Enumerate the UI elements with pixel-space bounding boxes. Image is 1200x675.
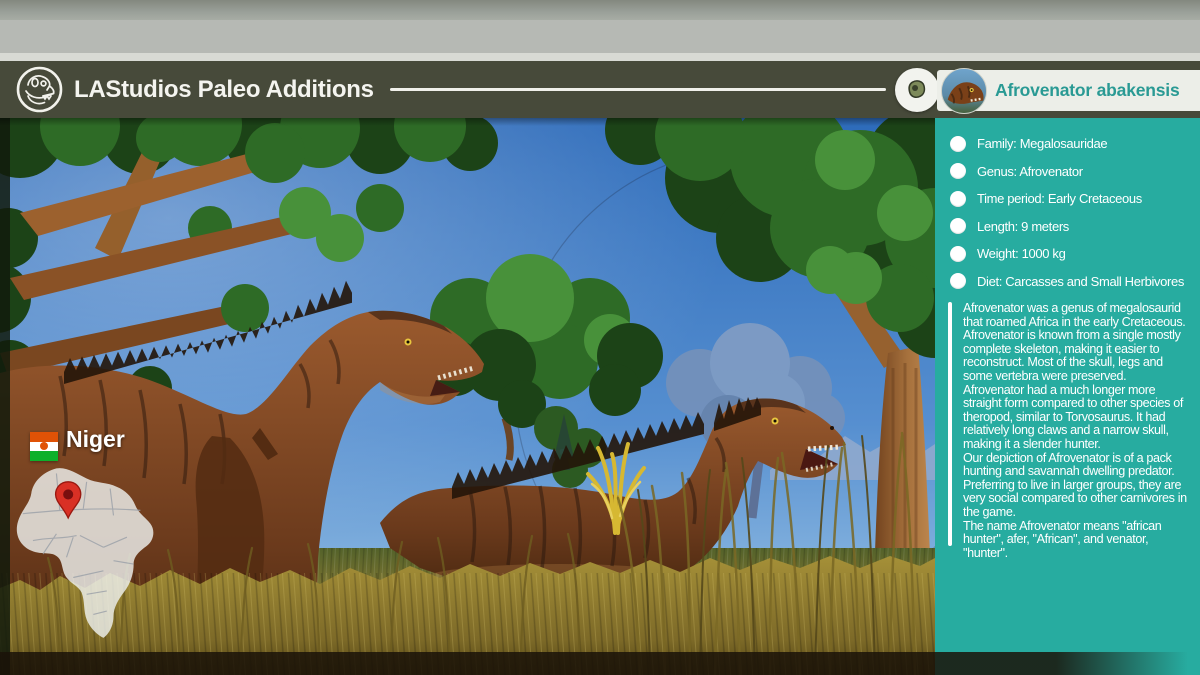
description-text: Afrovenator was a genus of megalosaurid … bbox=[963, 302, 1191, 560]
top-gray-bar bbox=[0, 20, 1200, 53]
title-divider-line bbox=[390, 88, 886, 91]
dino-skull-icon bbox=[16, 66, 63, 113]
africa-map bbox=[6, 460, 174, 648]
bullet-circle-icon bbox=[950, 163, 966, 179]
stat-diet: Diet: Carcasses and Small Herbivores bbox=[950, 268, 1200, 296]
showcase-photo: Niger bbox=[0, 118, 935, 675]
species-selector[interactable]: Afrovenator abakensis bbox=[937, 70, 1200, 111]
stats-list: Family: Megalosauridae Genus: Afrovenato… bbox=[935, 118, 1200, 295]
niger-flag-icon bbox=[30, 432, 58, 461]
bullet-circle-icon bbox=[950, 191, 966, 207]
species-name: Afrovenator abakensis bbox=[995, 80, 1179, 101]
bullet-circle-icon bbox=[950, 246, 966, 262]
search-button[interactable] bbox=[895, 68, 939, 112]
egg-icon bbox=[902, 75, 932, 105]
flag-sun-disc bbox=[40, 442, 48, 450]
stat-family: Family: Megalosauridae bbox=[950, 130, 1200, 158]
location-label: Niger bbox=[66, 426, 125, 453]
header-bar: LAStudios Paleo Additions bbox=[0, 61, 1200, 118]
top-light-strip bbox=[0, 53, 1200, 61]
top-gradient-bar bbox=[0, 0, 1200, 20]
page-title: LAStudios Paleo Additions bbox=[74, 61, 374, 118]
flag-white-stripe bbox=[30, 442, 58, 452]
bullet-circle-icon bbox=[950, 136, 966, 152]
afrovenator-thumbnail bbox=[941, 68, 987, 114]
bullet-circle-icon bbox=[950, 218, 966, 234]
info-panel: Family: Megalosauridae Genus: Afrovenato… bbox=[935, 118, 1200, 675]
stat-genus: Genus: Afrovenator bbox=[950, 158, 1200, 186]
mod-showcase-screen: LAStudios Paleo Additions bbox=[0, 0, 1200, 675]
bottom-bar bbox=[0, 652, 1200, 675]
description-accent-bar bbox=[948, 302, 952, 546]
stat-weight: Weight: 1000 kg bbox=[950, 240, 1200, 268]
species-description: Afrovenator was a genus of megalosaurid … bbox=[948, 302, 1200, 560]
stat-time-period: Time period: Early Cretaceous bbox=[950, 185, 1200, 213]
bullet-circle-icon bbox=[950, 273, 966, 289]
mod-logo bbox=[16, 66, 63, 113]
stat-length: Length: 9 meters bbox=[950, 213, 1200, 241]
flag-orange-stripe bbox=[30, 432, 58, 442]
